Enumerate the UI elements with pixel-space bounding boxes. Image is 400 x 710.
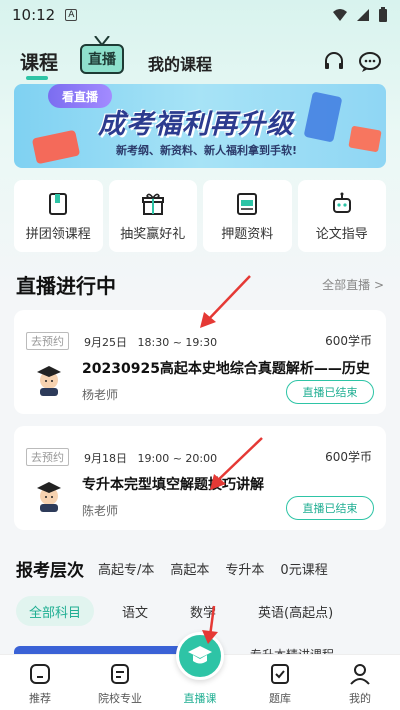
- quick-entry-label: 抽奖赢好礼: [120, 226, 186, 242]
- signal-icon: [357, 9, 369, 21]
- document-icon: [111, 664, 129, 684]
- nav-profile[interactable]: 我的: [320, 655, 400, 710]
- quick-entry-lottery[interactable]: 抽奖赢好礼: [108, 180, 197, 252]
- battery-icon: [379, 7, 387, 22]
- header-tabs: 课程 直播 我的课程: [0, 36, 400, 84]
- live-course-fab[interactable]: [176, 632, 224, 680]
- live-time-range: 18:30 ~ 19:30: [137, 336, 218, 349]
- live-date: 9月25日 18:30 ~ 19:30: [84, 334, 217, 350]
- level-option[interactable]: 高起专/本: [98, 559, 154, 578]
- level-option[interactable]: 专升本: [225, 559, 264, 578]
- gift-icon: [141, 193, 164, 215]
- quick-entry-group-course[interactable]: 拼团领课程: [14, 180, 103, 252]
- teacher-avatar: [37, 366, 61, 396]
- nav-label: 我的: [349, 692, 371, 705]
- exam-paper-icon: [237, 192, 258, 215]
- reserve-tag[interactable]: 去预约: [26, 332, 69, 350]
- subject-chip[interactable]: 语文: [122, 602, 148, 621]
- live-course-title: 20230925高起本史地综合真题解析——历史: [82, 361, 370, 377]
- live-price: 600学币: [325, 334, 372, 348]
- live-section-title: 直播进行中: [16, 274, 116, 298]
- tablet-decoration: [303, 91, 343, 143]
- live-course-title: 专升本完型填空解题技巧讲解: [82, 477, 264, 493]
- live-date: 9月18日 19:00 ~ 20:00: [84, 450, 217, 466]
- red-card-decoration: [31, 129, 81, 165]
- teacher-name: 杨老师: [82, 388, 119, 402]
- headset-icon[interactable]: [322, 50, 346, 74]
- level-option[interactable]: 0元课程: [280, 559, 327, 578]
- exam-level-row: 报考层次 高起专/本 高起本 专升本 0元课程: [16, 556, 344, 581]
- live-time-range: 19:00 ~ 20:00: [137, 452, 218, 465]
- active-tab-indicator: [26, 76, 48, 80]
- live-status-button[interactable]: 直播已结束: [286, 380, 374, 404]
- nav-label: 直播课: [183, 692, 217, 705]
- all-live-link[interactable]: 全部直播 >: [322, 276, 384, 293]
- reserve-tag[interactable]: 去预约: [26, 448, 69, 466]
- nav-label: 推荐: [29, 692, 51, 705]
- graduation-cap-icon: [188, 646, 212, 664]
- quick-entry-label: 论文指导: [315, 226, 368, 242]
- wifi-icon: [333, 9, 347, 21]
- tab-course[interactable]: 课程: [20, 48, 58, 75]
- home-icon: [30, 664, 50, 684]
- live-date-day: 9月18日: [84, 452, 127, 465]
- subject-filter-row: 全部科目 语文 数学 英语(高起点): [16, 596, 333, 626]
- promo-banner[interactable]: 看直播 成考福利再升级 新考纲、新资料、新人福利拿到手软!: [14, 84, 386, 168]
- notification-icon: A: [65, 9, 78, 21]
- live-date-day: 9月25日: [84, 336, 127, 349]
- nav-question-bank[interactable]: 题库: [240, 655, 320, 710]
- live-card[interactable]: 去预约 9月25日 18:30 ~ 19:30 600学币 20230925高起…: [14, 310, 386, 414]
- banner-subtitle: 新考纲、新资料、新人福利拿到手软!: [116, 144, 298, 157]
- teacher-avatar: [37, 482, 61, 512]
- live-status-button[interactable]: 直播已结束: [286, 496, 374, 520]
- quick-entry-label: 拼团领课程: [25, 226, 91, 242]
- red-envelope-decoration: [348, 125, 382, 153]
- nav-schools[interactable]: 院校专业: [80, 655, 160, 710]
- quick-entry-exam-materials[interactable]: 押题资料: [203, 180, 292, 252]
- quick-entry-grid: 拼团领课程 抽奖赢好礼 押题资料 论文指导: [14, 180, 386, 252]
- person-icon: [350, 664, 370, 685]
- subject-chip-all[interactable]: 全部科目: [16, 596, 94, 626]
- quick-entry-label: 押题资料: [221, 226, 274, 242]
- exam-level-label: 报考层次: [16, 560, 84, 581]
- book-icon: [49, 192, 68, 215]
- banner-title: 成考福利再升级: [98, 109, 294, 140]
- tab-my-course[interactable]: 我的课程: [148, 51, 212, 75]
- tab-live[interactable]: 直播: [80, 44, 124, 74]
- live-price: 600学币: [325, 450, 372, 464]
- chat-icon[interactable]: [358, 50, 382, 74]
- teacher-name: 陈老师: [82, 504, 119, 518]
- nav-label: 院校专业: [98, 692, 142, 705]
- subject-chip[interactable]: 数学: [190, 602, 216, 621]
- subject-chip[interactable]: 英语(高起点): [258, 602, 333, 621]
- live-card[interactable]: 去预约 9月18日 19:00 ~ 20:00 600学币 专升本完型填空解题技…: [14, 426, 386, 530]
- nav-recommend[interactable]: 推荐: [0, 655, 80, 710]
- quick-entry-thesis-guidance[interactable]: 论文指导: [297, 180, 386, 252]
- status-time: 10:12: [12, 6, 56, 24]
- nav-label: 题库: [269, 692, 291, 705]
- checklist-icon: [271, 664, 289, 684]
- level-option[interactable]: 高起本: [170, 559, 209, 578]
- status-bar: 10:12 A: [0, 0, 400, 30]
- robot-icon: [332, 192, 351, 213]
